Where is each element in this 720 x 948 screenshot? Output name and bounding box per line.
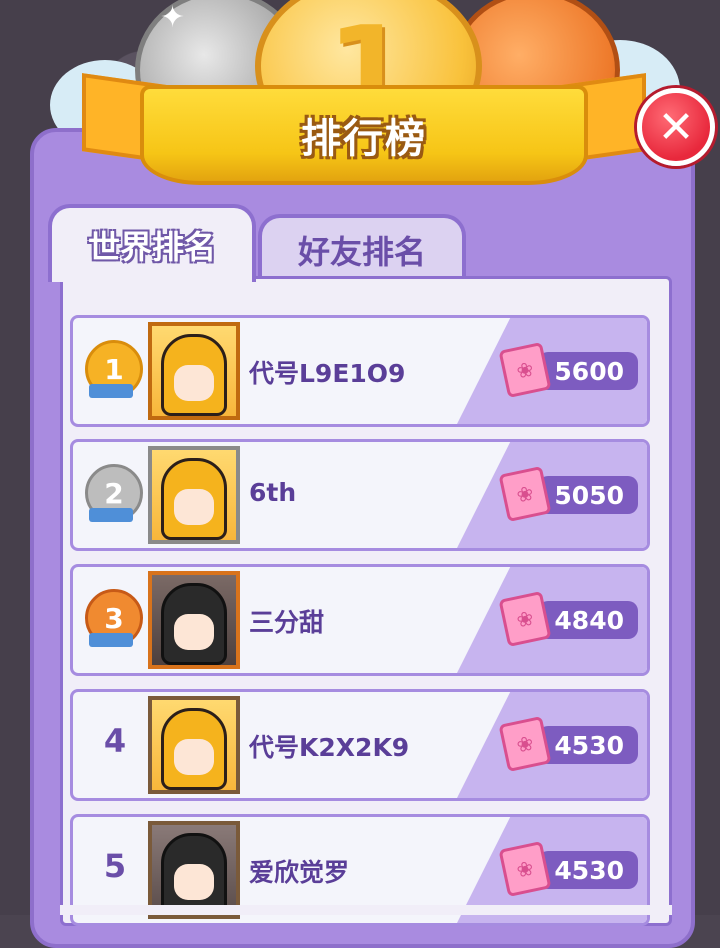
- leaderboard-row: 2 6th 5050 ❀: [70, 439, 650, 551]
- score-value: 4530: [538, 851, 638, 889]
- avatar[interactable]: [148, 696, 240, 794]
- player-name: 三分甜: [249, 608, 325, 637]
- close-button[interactable]: ✕: [637, 88, 715, 166]
- page-title: 排行榜: [301, 116, 427, 162]
- leaderboard-row: 1 代号L9E1O9 5600 ❀: [70, 315, 650, 427]
- tab-world-ranking[interactable]: 世界排名: [48, 204, 256, 282]
- player-name: 代号L9E1O9: [249, 359, 406, 388]
- title-ribbon: 排行榜: [140, 85, 588, 185]
- score-value: 5050: [538, 476, 638, 514]
- tab-friend-ranking[interactable]: 好友排名: [258, 214, 466, 282]
- medal-ribbon: [89, 633, 133, 647]
- rank-number: 2: [104, 476, 124, 510]
- medal-ribbon: [89, 508, 133, 522]
- avatar[interactable]: [148, 571, 240, 669]
- rank-number: 4: [103, 722, 127, 760]
- player-name: 爱欣觉罗: [249, 858, 350, 887]
- list-bottom-edge: [60, 905, 672, 915]
- medal-ribbon: [89, 384, 133, 398]
- score-value: 5600: [538, 352, 638, 390]
- rank-number: 5: [103, 847, 127, 885]
- leaderboard-row: 3 三分甜 4840 ❀: [70, 564, 650, 676]
- player-name: 代号K2X2K9: [249, 733, 410, 762]
- rank-number: 3: [104, 601, 124, 635]
- score-value: 4530: [538, 726, 638, 764]
- score-value: 4840: [538, 601, 638, 639]
- avatar[interactable]: [148, 446, 240, 544]
- player-name: 6th: [249, 478, 297, 507]
- sparkle-icon: ✦: [160, 0, 186, 35]
- avatar[interactable]: [148, 322, 240, 420]
- rank-number: 1: [104, 352, 124, 386]
- leaderboard-row: 4 代号K2X2K9 4530 ❀: [70, 689, 650, 801]
- close-icon: ✕: [657, 101, 695, 153]
